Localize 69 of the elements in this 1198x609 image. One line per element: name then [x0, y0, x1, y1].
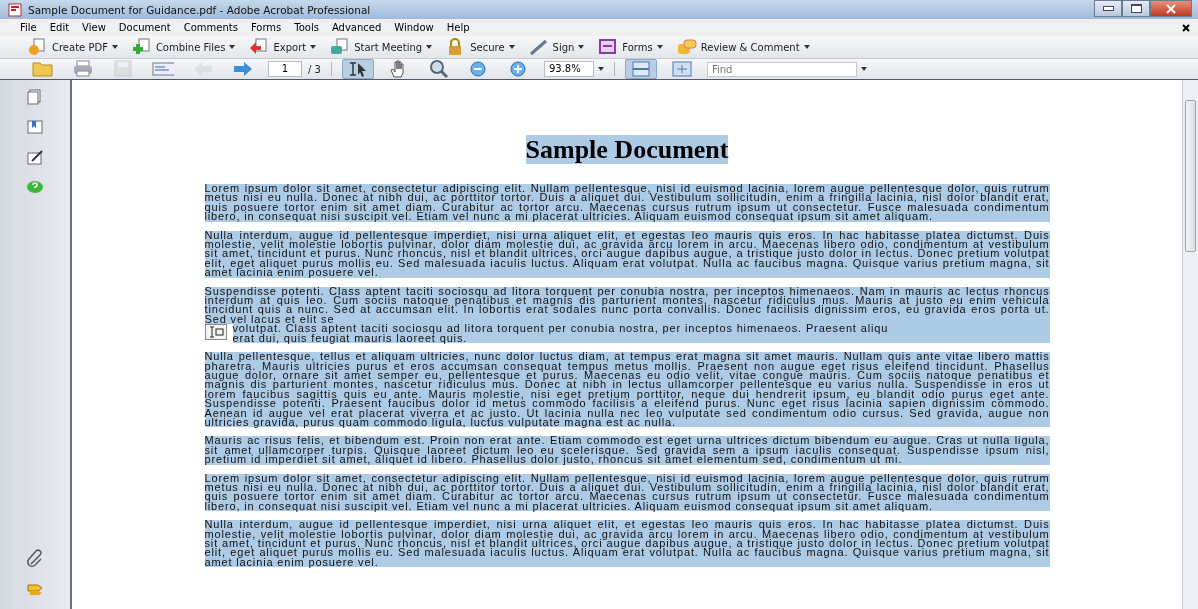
- close-icon: [1166, 3, 1176, 14]
- toolbar-button[interactable]: Sign: [528, 37, 585, 57]
- menu-item[interactable]: Tools: [294, 22, 319, 33]
- caret-icon[interactable]: [860, 67, 867, 71]
- paragraph-text: Lorem ipsum dolor sit amet, consectetur adipiscing elit. Nullam pellentesque, nisi id euismod lacinia, lorem augue pellentesque dolor, quis rutrum metus nisi eu nulla. Donec at nibh dui, ac porttitor tortor. Duis a aliquet dui. Vestibulum sollicitudin, enim a fringilla lacinia, nisl dolor blandit erat, quis posuere tortor enim sit amet diam. Curabitur ac tortor arcu. Maecenas cursus rutrum ipsum ut consectetur. Fusce malesuada condimentum libero, in consequat nisi suscipit vel. Etiam vel nunc a mi placerat ultricies. Aliquam euismod consequat ipsum sit amet aliquam.: [204, 473, 1050, 512]
- find-field[interactable]: Find: [706, 61, 857, 77]
- paragraph-text: Nulla interdum, augue id pellentesque imperdiet, nisi urna aliquet elit, et egestas leo mauris quis eros. In hac habitasse platea dictumst. Duis molestie, velit molestie lobortis pulvinar, dolor diam molestie dui, ac gravida arcu lorem in arcu. Maecenas libero odio, condimentum at vestibulum sit amet, tincidunt et purus. Nunc rhoncus, nisl et blandit ultrices, orci augue dapibus augue, a tristique justo dolor in lectus. Donec pretium volutpat elit, eget aliquet purus mollis eu. Sed malesuada iaculis luctus. Aliquam erat volutpat. Nulla ac faucibus magna. Quisque varius pretium magna, sit amet lacinia enim posuere vel.: [204, 520, 1050, 568]
- caret-icon: [508, 45, 515, 49]
- menu-item[interactable]: Advanced: [331, 22, 382, 33]
- paragraph-text: volutpat. Class aptent taciti sociosqu ad litora torquent per conubia nostra, per inceptos himenaeos. Praesent aliqu: [232, 324, 1050, 334]
- scrollbar[interactable]: [1182, 80, 1198, 609]
- minimize-button[interactable]: [1094, 0, 1122, 17]
- paragraph-text: erat dui, quis feugiat mauris laoreet quis.: [232, 333, 1050, 344]
- menu-item[interactable]: Window: [394, 22, 434, 33]
- caret-icon: [803, 45, 810, 49]
- plus-icon: [131, 38, 152, 56]
- help-icon[interactable]: [26, 178, 44, 196]
- right-arrow-icon: [232, 59, 254, 79]
- close-icon[interactable]: [1182, 23, 1190, 32]
- caret-icon: [578, 45, 585, 49]
- menu-item[interactable]: View: [82, 22, 106, 33]
- pages-icon[interactable]: [26, 88, 44, 106]
- scrollbar-thumb[interactable]: [1185, 100, 1196, 252]
- paperclip-icon[interactable]: [26, 549, 44, 567]
- caret-icon[interactable]: [597, 67, 604, 71]
- toolbar-button[interactable]: Review & Comment: [676, 37, 810, 57]
- toolbar-button[interactable]: Export: [249, 37, 317, 57]
- text-cursor-icon: [204, 324, 227, 341]
- toolbar-button[interactable]: Secure: [446, 37, 515, 57]
- caret-icon: [426, 45, 433, 49]
- paragraph-text: Mauris ac risus felis, et bibendum est. Proin non erat ante. Etiam commodo est eget urna ultrices dictum bibendum eu augue. Cras ut nulla ligula, sit amet ullamcorper turpis. Quisque laoreet dictum leo eu scelerisque. Sed gravida sem a ipsum iaculis consequat. Suspendisse ipsum nisl, pretium id imperdiet sit amet, aliquet id libero. Phasellus dolor justo, rhoncus sit amet elementum sed, condimentum ut mi.: [204, 436, 1050, 465]
- speech-bubble-icon: [676, 38, 697, 56]
- left-arrow-icon: [192, 59, 214, 79]
- magnifier-icon: [427, 59, 450, 79]
- toolbar-button[interactable]: Forms: [598, 37, 663, 57]
- arrow-icon: [249, 38, 270, 56]
- close-button[interactable]: [1150, 0, 1192, 17]
- pdf-file-icon: [8, 2, 22, 17]
- page-count: / 3: [308, 63, 321, 75]
- form-icon: [598, 38, 619, 56]
- paragraph-text: Lorem ipsum dolor sit amet, consectetur adipiscing elit. Nullam pellentesque, nisi id euismod lacinia, lorem augue pellentesque dolor, quis rutrum metus nisi eu nulla. Donec at nibh dui, ac porttitor tortor. Duis a aliquet dui. Vestibulum sollicitudin, enim a fringilla lacinia, nisl dolor blandit erat, quis posuere tortor enim sit amet diam. Curabitur ac tortor arcu. Maecenas cursus rutrum ipsum ut consectetur. Fusce malesuada condimentum libero, in consequat nisi suscipit vel. Etiam vel nunc a mi placerat ultricies. Aliquam euismod consequat ipsum sit amet aliquam.: [204, 184, 1050, 222]
- caret-icon: [310, 45, 317, 49]
- caret-icon: [656, 45, 663, 49]
- fit-page-icon: [629, 59, 652, 79]
- paragraph-text: Nulla interdum, augue id pellentesque imperdiet, nisi urna aliquet elit, et egestas leo mauris quis eros. In hac habitasse platea dictumst. Duis molestie, velit molestie lobortis pulvinar, dolor diam molestie dui, ac gravida arcu lorem in arcu. Maecenas libero odio, condimentum at vestibulum sit amet, tincidunt et purus. Nunc rhoncus, nisl et blandit ultrices, orci augue dapibus augue, a tristique justo dolor in lectus. Donec pretium volutpat elit, eget aliquet purus mollis eu. Sed malesuada iaculis luctus. Aliquam erat volutpat. Nulla ac faucibus magna. Quisque varius pretium magna, sit amet lacinia enim posuere vel.: [204, 230, 1050, 278]
- paragraph-text: Nulla pellentesque, tellus et aliquam ultricies, nunc dolor luctus diam, at tempus erat magna sit amet mauris. Nullam quis ante vitae libero mattis pharetra. Mauris ultricies purus et eros accumsan consequat tempus metus mollis. Praesent non augue eget risus eleifend tincidunt. Phasellus augue dolor, ornare sit amet semper eu, pellentesque et purus. Maecenas eu odio velit, vitae congue mauris. Cum sociis natoque penatibus et magnis dis parturient montes, nascetur ridiculus mus. Donec at nibh in lectus ullamcorper pellentesque eu varius nulla. Suspendisse in eros ut lorem faucibus sagittis quis eu ante. Mauris molestie, nisi eget pretium porttitor, neque dui hendrerit ipsum, eu blandit odio purus eget ante. Suspendisse potenti. Praesent faucibus dolor id metus commodo facilisis a eleifend purus. Nunc eget risus lacinia sapien dignissim commodo. Aenean id augue vel erat placerat viverra et ac justo. Ut lacinia nulla nec leo vulputate sed condimentum odio cursus. Sed gravida, augue non ultricies gravida, purus quam commodo ligula, luctus vulputate magna est ac nulla.: [204, 352, 1050, 428]
- maximize-button[interactable]: [1122, 0, 1150, 17]
- menu-item[interactable]: Document: [118, 22, 171, 33]
- page-number-field[interactable]: 1: [268, 61, 302, 77]
- bookmark-icon[interactable]: [26, 118, 44, 136]
- expand-icon: [670, 59, 693, 79]
- toolbar-button[interactable]: Start Meeting: [330, 37, 433, 57]
- document-title: Sample Document: [525, 135, 729, 164]
- caret-icon: [229, 45, 236, 49]
- menu-item[interactable]: Edit: [49, 22, 70, 33]
- signature-icon[interactable]: [26, 148, 44, 166]
- menu-item[interactable]: Help: [446, 22, 470, 33]
- window-title: Sample Document for Guidance.pdf - Adobe Acrobat Professional: [28, 3, 371, 16]
- menu-item[interactable]: Comments: [183, 22, 238, 33]
- zoom-field[interactable]: 93.8%: [543, 61, 594, 77]
- caret-icon: [111, 45, 118, 49]
- toolbar-button[interactable]: Create PDF: [28, 37, 118, 57]
- tool-button[interactable]: [341, 59, 374, 79]
- envelope-icon: [152, 59, 174, 79]
- toolbar-button[interactable]: Combine Files: [131, 37, 236, 57]
- print-icon: [72, 59, 94, 79]
- menu-item[interactable]: Forms: [250, 22, 282, 33]
- menu-item[interactable]: File: [20, 22, 37, 33]
- document-icon: [28, 38, 48, 56]
